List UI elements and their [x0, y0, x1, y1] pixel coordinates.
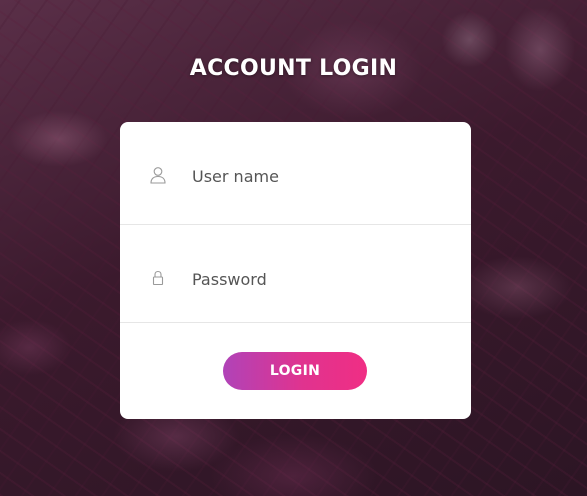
- username-row: [120, 122, 471, 225]
- login-button[interactable]: LOGIN: [223, 352, 367, 390]
- login-card: LOGIN: [120, 122, 471, 419]
- password-input[interactable]: [192, 267, 442, 291]
- password-row: [120, 225, 471, 323]
- button-area: LOGIN: [120, 323, 471, 419]
- user-icon: [150, 167, 166, 184]
- username-input[interactable]: [192, 164, 442, 188]
- lock-icon: [152, 270, 164, 286]
- page-title: ACCOUNT LOGIN: [189, 56, 398, 81]
